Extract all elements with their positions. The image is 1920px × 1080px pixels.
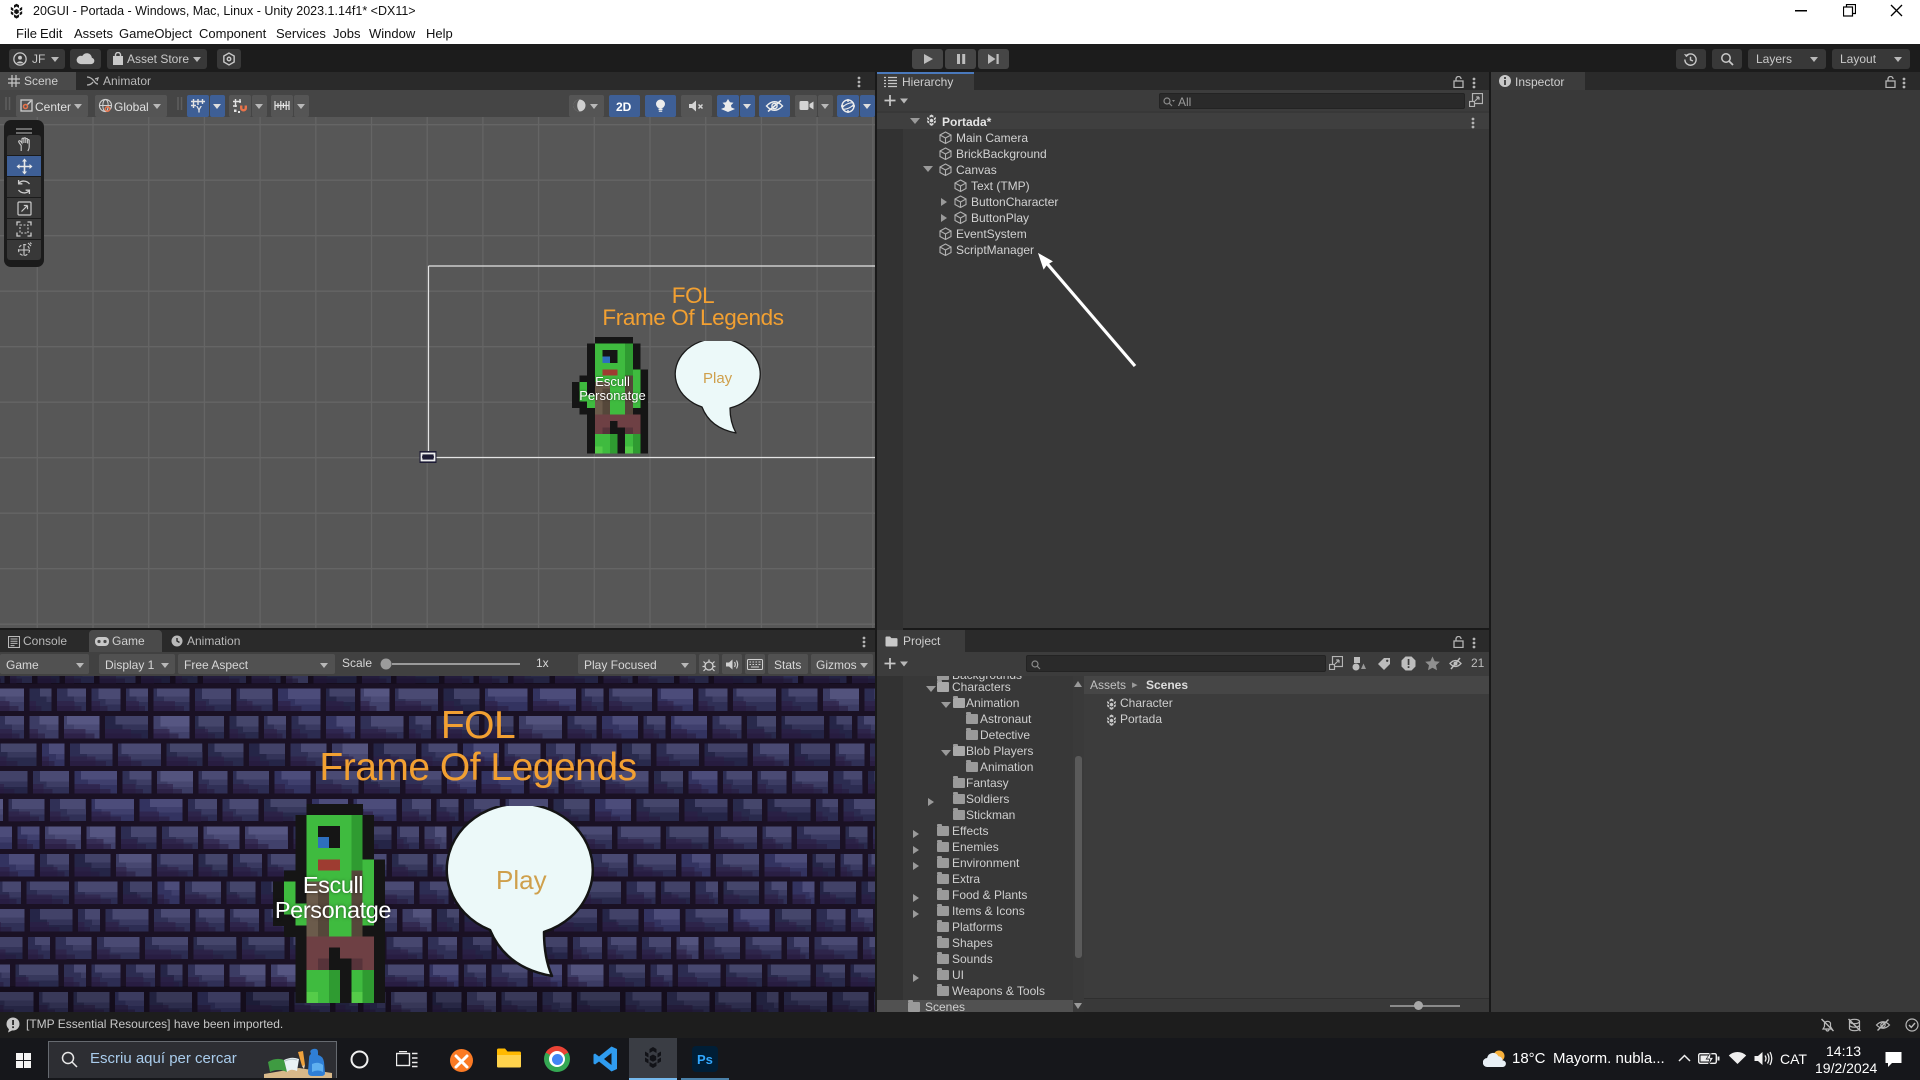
svg-text:Ps: Ps bbox=[697, 1052, 713, 1067]
svg-text:Y: Y bbox=[196, 105, 202, 114]
